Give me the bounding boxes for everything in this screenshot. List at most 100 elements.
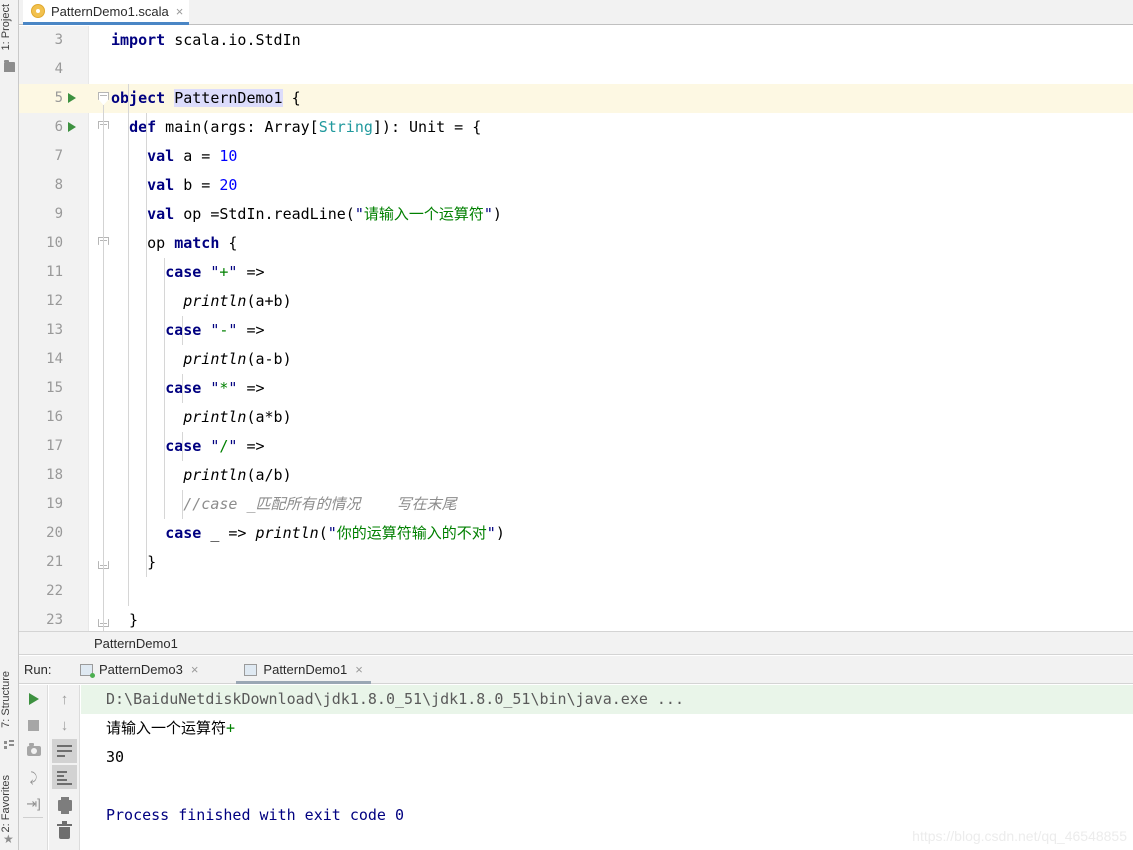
run-tab-bar: Run: PatternDemo3 × PatternDemo1 × [19, 656, 1133, 684]
line-number: 3 [54, 32, 63, 48]
indent-guide [128, 84, 130, 606]
run-gutter-icon[interactable] [68, 93, 76, 103]
breadcrumb[interactable]: PatternDemo1 [19, 631, 1133, 655]
code-line[interactable]: 7 val a = 10 [19, 142, 1133, 171]
code-line[interactable]: 20 case _ => println("你的运算符输入的不对") [19, 519, 1133, 548]
code-line[interactable]: 8 val b = 20 [19, 171, 1133, 200]
restore-layout-button[interactable]: ⇥] [21, 791, 46, 815]
close-icon[interactable]: × [355, 663, 363, 676]
code-line[interactable]: 4 [19, 55, 1133, 84]
line-number: 11 [46, 264, 63, 280]
run-toolbar-left: ⤸ ⇥] [19, 685, 48, 850]
trash-icon [57, 821, 72, 839]
code-text: } [111, 611, 139, 629]
code-line[interactable]: 21 } [19, 548, 1133, 577]
folder-icon [4, 60, 15, 72]
code-text: import scala.io.StdIn [111, 31, 301, 49]
code-line[interactable]: 14 println(a-b) [19, 345, 1133, 374]
code-line[interactable]: 3 import scala.io.StdIn [19, 26, 1133, 55]
scroll-end-icon [57, 770, 72, 785]
code-line[interactable]: 17 case "/" => [19, 432, 1133, 461]
line-number: 16 [46, 409, 63, 425]
code-line[interactable]: 15 case "*" => [19, 374, 1133, 403]
line-number: 8 [54, 177, 63, 193]
code-text: case _ => println("你的运算符输入的不对") [165, 524, 505, 542]
code-text: println(a-b) [183, 350, 292, 368]
screenshot-button[interactable] [21, 739, 46, 763]
stop-button[interactable] [21, 713, 46, 737]
run-configuration-running-icon [80, 663, 95, 678]
tool-button-project[interactable]: 1: Project [0, 4, 19, 50]
arrow-down-icon: ↓ [60, 716, 69, 734]
thread-dump-button[interactable]: ⤸ [21, 765, 46, 789]
indent-guide [182, 316, 184, 345]
code-text: val b = 20 [147, 176, 238, 194]
code-line[interactable]: 16 println(a*b) [19, 403, 1133, 432]
code-line[interactable]: 18 println(a/b) [19, 461, 1133, 490]
close-icon[interactable]: × [176, 5, 184, 18]
rerun-button[interactable] [21, 687, 46, 711]
line-number: 20 [46, 525, 63, 541]
code-line[interactable]: 10 op match { [19, 229, 1133, 258]
run-tab-patterndemo3[interactable]: PatternDemo3 × [72, 656, 206, 684]
code-text: val a = 10 [147, 147, 238, 165]
printer-icon [57, 796, 72, 814]
code-line[interactable]: 11 case "+" => [19, 258, 1133, 287]
scroll-end-button[interactable] [52, 765, 77, 789]
fold-connector [103, 105, 104, 631]
run-toolbar-right: ↑ ↓ [49, 685, 80, 850]
structure-icon [4, 740, 15, 750]
restore-icon: ⇥] [26, 795, 41, 811]
code-line[interactable]: 9 val op =StdIn.readLine("请输入一个运算符") [19, 200, 1133, 229]
code-line[interactable]: 13 case "-" => [19, 316, 1133, 345]
tool-button-favorites[interactable]: 2: Favorites [0, 775, 19, 832]
indent-guide [164, 258, 166, 519]
wrap-icon [57, 745, 72, 757]
code-line[interactable]: 6 def main(args: Array[String]): Unit = … [19, 113, 1133, 142]
line-number: 6 [54, 119, 63, 135]
code-text: op match { [111, 234, 238, 252]
fold-open-icon[interactable] [98, 92, 109, 105]
down-button[interactable]: ↓ [52, 713, 77, 737]
code-text: val op =StdIn.readLine("请输入一个运算符") [147, 205, 502, 223]
close-icon[interactable]: × [191, 663, 199, 676]
breadcrumb-label: PatternDemo1 [94, 635, 178, 651]
line-number: 9 [54, 206, 63, 222]
console-line-text: 请输入一个运算符 [106, 719, 227, 737]
editor-tab-label: PatternDemo1.scala [51, 3, 169, 19]
camera-icon [26, 743, 41, 756]
clear-all-button[interactable] [52, 821, 77, 845]
print-button[interactable] [52, 793, 77, 817]
tool-button-structure[interactable]: 7: Structure [0, 671, 19, 728]
run-tab-label: PatternDemo3 [99, 662, 183, 677]
code-text: case "+" => [165, 263, 265, 281]
indent-guide [182, 374, 184, 403]
code-line[interactable]: 12 println(a+b) [19, 287, 1133, 316]
code-line[interactable]: 5 object PatternDemo1 { [19, 84, 1133, 113]
up-button[interactable]: ↑ [52, 687, 77, 711]
code-text: //case _匹配所有的情况 写在末尾 [183, 495, 457, 513]
console-output[interactable]: D:\BaiduNetdiskDownload\jdk1.8.0_51\jdk1… [81, 685, 1133, 850]
run-gutter-icon[interactable] [68, 122, 76, 132]
code-editor[interactable]: 3 import scala.io.StdIn 4 5 object PatternDe… [19, 26, 1133, 631]
code-text: case "/" => [165, 437, 265, 455]
line-number: 21 [46, 554, 63, 570]
code-line[interactable]: 23 } [19, 606, 1133, 631]
line-number: 22 [46, 583, 63, 599]
run-tab-patterndemo1[interactable]: PatternDemo1 × [236, 656, 372, 684]
code-line[interactable]: 19 //case _匹配所有的情况 写在末尾 [19, 490, 1133, 519]
console-line-text: Process finished with exit code 0 [106, 806, 405, 824]
code-text: case "-" => [165, 321, 265, 339]
line-number: 17 [46, 438, 63, 454]
indent-guide [146, 113, 148, 577]
soft-wrap-button[interactable] [52, 739, 77, 763]
console-user-input: + [226, 719, 236, 737]
code-line[interactable]: 22 [19, 577, 1133, 606]
line-number: 10 [46, 235, 63, 251]
watermark: https://blog.csdn.net/qq_46548855 [912, 828, 1127, 844]
editor-tab-patterndemo1[interactable]: PatternDemo1.scala × [23, 0, 190, 25]
arrow-up-icon: ↑ [60, 690, 69, 708]
line-number: 13 [46, 322, 63, 338]
code-text: } [111, 553, 157, 571]
